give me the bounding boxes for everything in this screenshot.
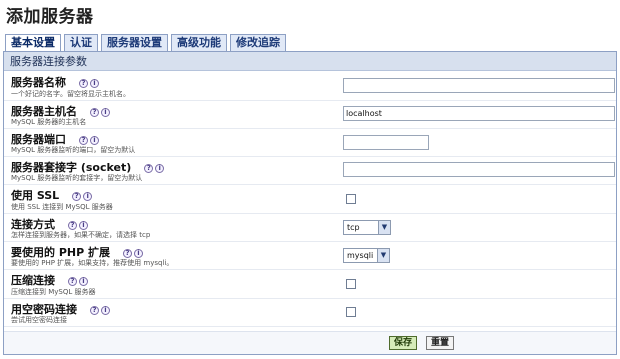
server-host-input[interactable] [343,106,615,121]
field-row-use-ssl: 使用 SSL? i 使用 SSL 连接到 MySQL 服务器 [4,185,616,214]
settings-panel: 服务器连接参数 服务器名称? i 一个好记的名字。留空将显示主机名。 服务器主机名… [3,51,617,355]
help-icon[interactable]: ? [68,221,77,230]
save-button[interactable]: 保存 [389,336,418,350]
info-icon[interactable]: i [90,79,99,88]
field-description: 尝试用空密码连接 [11,316,67,324]
help-icon[interactable]: ? [90,306,99,315]
tab-advanced-features[interactable]: 高级功能 [171,34,227,51]
info-icon[interactable]: i [155,164,165,173]
field-description: 压缩连接到 MySQL 服务器 [11,288,96,296]
field-description: MySQL 服务器监听的套接字，留空为默认 [11,174,143,182]
php-extension-value: mysqli [347,251,374,260]
field-row-server-name: 服务器名称? i 一个好记的名字。留空将显示主机名。 [4,72,616,101]
connect-type-value: tcp [347,223,360,232]
field-row-php-extension: 要使用的 PHP 扩展? i 要使用的 PHP 扩展，如果支持，推荐使用 mysq… [4,242,616,270]
help-icon[interactable]: ? [123,249,132,258]
page-title: 添加服务器 [6,7,94,27]
info-icon[interactable]: i [79,221,88,230]
empty-password-checkbox[interactable] [346,307,356,317]
form-footer [4,331,616,354]
connect-type-select[interactable]: tcp ▼ [343,220,391,235]
chevron-down-icon: ▼ [378,221,390,234]
compress-checkbox[interactable] [346,279,356,289]
help-icon[interactable]: ? [68,277,77,286]
tab-change-tracking[interactable]: 修改追踪 [230,34,286,51]
help-icon[interactable]: ? [144,164,154,173]
field-row-server-host: 服务器主机名? i MySQL 服务器的主机名 [4,101,616,129]
tab-basic-settings[interactable]: 基本设置 [5,34,61,52]
use-ssl-checkbox[interactable] [346,194,356,204]
server-name-input[interactable] [343,78,615,93]
tab-server-settings[interactable]: 服务器设置 [101,34,168,51]
help-icon[interactable]: ? [72,192,82,201]
field-description: 怎样连接到服务器，如果不确定，请选择 tcp [11,231,151,239]
section-title: 服务器连接参数 [4,52,616,71]
help-icon[interactable]: ? [79,136,88,145]
tab-bar: 基本设置 认证 服务器设置 高级功能 修改追踪 [5,34,289,52]
php-extension-select[interactable]: mysqli ▼ [343,248,390,263]
field-row-server-port: 服务器端口? i MySQL 服务器监听的端口，留空为默认 [4,129,616,157]
field-row-connect-type: 连接方式? i 怎样连接到服务器，如果不确定，请选择 tcp tcp ▼ [4,214,616,242]
field-description: MySQL 服务器的主机名 [11,118,87,126]
info-icon[interactable]: i [134,249,143,258]
tab-authentication[interactable]: 认证 [64,34,98,51]
field-description: 要使用的 PHP 扩展，如果支持，推荐使用 mysqli。 [11,259,174,267]
info-icon[interactable]: i [83,192,93,201]
field-label: 服务器名称 [11,76,66,89]
server-socket-input[interactable] [343,162,615,177]
field-description: 一个好记的名字。留空将显示主机名。 [11,90,130,98]
help-icon[interactable]: ? [79,79,88,88]
server-port-input[interactable] [343,135,429,150]
info-icon[interactable]: i [101,306,110,315]
field-description: MySQL 服务器监听的端口，留空为默认 [11,146,136,154]
field-row-compress: 压缩连接? i 压缩连接到 MySQL 服务器 [4,270,616,299]
info-icon[interactable]: i [79,277,88,286]
reset-button[interactable]: 重置 [426,336,455,350]
info-icon[interactable]: i [101,108,110,117]
field-description: 使用 SSL 连接到 MySQL 服务器 [11,203,113,211]
help-icon[interactable]: ? [90,108,99,117]
field-row-empty-password: 用空密码连接? i 尝试用空密码连接 [4,299,616,327]
chevron-down-icon: ▼ [377,249,389,262]
field-label: 压缩连接 [11,274,55,287]
field-label: 使用 SSL [11,189,60,202]
field-row-server-socket: 服务器套接字 (socket)? i MySQL 服务器监听的套接字，留空为默认 [4,157,616,185]
info-icon[interactable]: i [90,136,99,145]
